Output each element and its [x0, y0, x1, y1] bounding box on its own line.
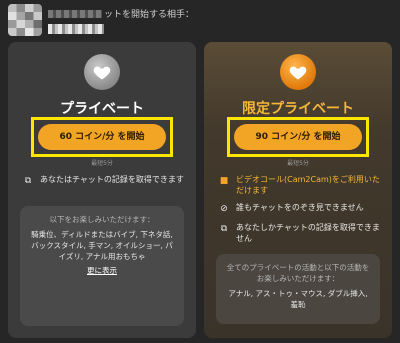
feature-item: ■ ビデオコール(Cam2Cam)をご利用いただけます: [218, 174, 382, 196]
record-video-icon: ⧉: [220, 224, 228, 234]
blurred-username-2: [48, 24, 104, 34]
highlight-box: [31, 117, 173, 157]
feature-text: 誰もチャットをのぞき見できません: [236, 203, 364, 212]
info-heading: 全てのプライベートの活動と以下の活動をお楽しみいただけます：: [226, 263, 370, 283]
blurred-username: [48, 10, 102, 18]
camera-icon: ■: [219, 176, 229, 186]
header: ットを開始する相手：: [0, 0, 400, 40]
info-box: 全てのプライベートの活動と以下の活動をお楽しみいただけます： アナル, アス・ト…: [216, 254, 380, 324]
private-card: プライベート 60 コイン/分 を開始 最短5分 ⧉ あなたはチャットの記録を取…: [8, 42, 196, 338]
avatar: [8, 4, 42, 36]
show-more-link[interactable]: 更に表示: [30, 265, 174, 276]
heart-icon: [84, 54, 120, 90]
info-heading: 以下をお楽しみいただけます：: [49, 215, 155, 224]
feature-text: あなたはチャットの記録を取得できます: [40, 175, 184, 184]
info-box: 以下をお楽しみいただけます： 騎乗位、ディルドまたはバイブ, 下ネタ話, バック…: [20, 206, 184, 326]
eye-off-icon: ⊘: [220, 204, 228, 214]
card-title: プライベート: [60, 101, 144, 117]
record-video-icon: ⧉: [24, 176, 32, 186]
feature-text: ビデオコール(Cam2Cam)をご利用いただけます: [236, 175, 380, 195]
header-text: ットを開始する相手：: [104, 10, 195, 20]
info-body: 騎乗位、ディルドまたはバイブ, 下ネタ話, バックスタイル, 手マン, オイルシ…: [31, 230, 173, 261]
minimum-note: 最短5分: [91, 160, 113, 167]
minimum-note: 最短5分: [287, 160, 309, 167]
info-body: アナル, アス・トゥ・マウス, ダブル挿入, 羞恥: [228, 289, 368, 309]
feature-item: ⧉ あなたしかチャットの記録を取得できません: [218, 222, 382, 244]
exclusive-private-card: 限定プライベート 90 コイン/分 を開始 最短5分 ■ ビデオコール(Cam2…: [204, 42, 392, 338]
highlight-box: [227, 117, 369, 157]
heart-icon: [280, 54, 316, 90]
feature-item: ⊘ 誰もチャットをのぞき見できません: [218, 202, 382, 214]
feature-item: ⧉ あなたはチャットの記録を取得できます: [22, 174, 186, 186]
card-title: 限定プライベート: [242, 101, 354, 117]
feature-text: あなたしかチャットの記録を取得できません: [236, 223, 380, 243]
